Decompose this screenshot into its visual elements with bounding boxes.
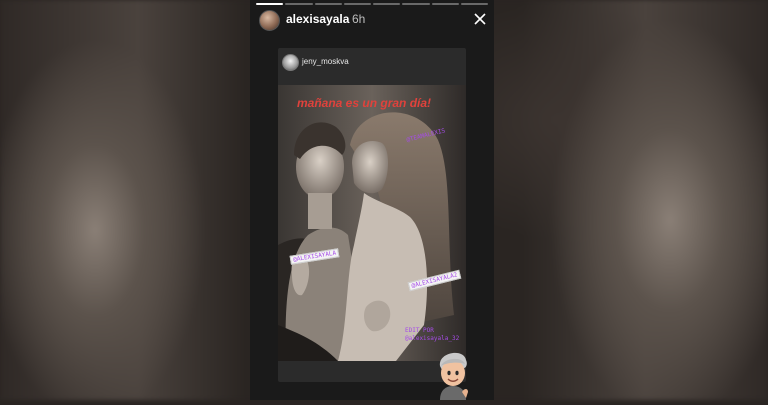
story-viewer[interactable]: alexisayala 6h jeny_moskva mañana es un … <box>250 0 494 400</box>
reposted-avatar[interactable] <box>282 54 299 71</box>
close-button[interactable] <box>472 11 488 27</box>
story-caption: mañana es un gran día! <box>297 96 432 110</box>
progress-segment <box>314 3 342 5</box>
progress-segment <box>343 3 371 5</box>
memoji-icon <box>439 352 468 400</box>
reposted-story-card[interactable]: jeny_moskva mañana es un gran día! @TEAM… <box>278 48 466 382</box>
progress-segment <box>402 3 430 5</box>
progress-segment <box>431 3 459 5</box>
progress-segment <box>285 3 313 5</box>
credit-tag-handle[interactable]: @alexisayala_32 <box>405 335 459 342</box>
avatar[interactable] <box>259 10 280 31</box>
close-icon <box>474 13 486 25</box>
story-username[interactable]: alexisayala <box>286 12 349 26</box>
credit-tag-line[interactable]: EDIT POR <box>405 327 434 334</box>
progress-segment <box>373 3 401 5</box>
progress-segment <box>256 3 284 5</box>
photo-illustration <box>278 85 466 361</box>
memoji-sticker[interactable] <box>434 348 472 400</box>
story-timestamp: 6h <box>352 12 366 26</box>
story-progress-bar <box>256 3 488 5</box>
reposted-username[interactable]: jeny_moskva <box>302 57 349 66</box>
story-photo <box>278 85 466 361</box>
progress-segment <box>460 3 488 5</box>
